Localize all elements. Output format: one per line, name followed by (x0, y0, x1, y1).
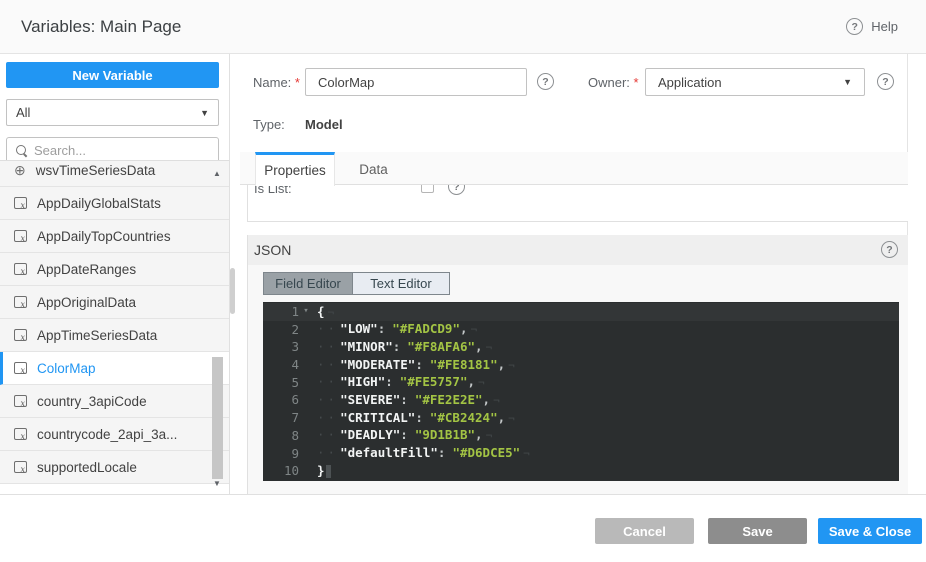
variable-list-item[interactable]: x AppOriginalData (0, 286, 229, 319)
owner-value: Application (658, 75, 843, 90)
variable-list-item[interactable]: x AppDailyGlobalStats (0, 187, 229, 220)
variable-icon: x (14, 395, 27, 407)
is-list-label: Is List: (254, 185, 292, 196)
variables-dialog: Variables: Main Page ? Help New Variable… (0, 0, 926, 562)
variable-icon: x (14, 263, 27, 275)
json-section-title: JSON (254, 242, 291, 258)
scroll-up-icon[interactable]: ▲ (213, 169, 221, 178)
editor-mode-toggle: Field Editor Text Editor (263, 272, 450, 295)
type-value: Model (305, 117, 343, 132)
code-line: 4"MODERATE":"#FE8181",¬ (263, 356, 899, 374)
owner-label: Owner: * (588, 75, 639, 90)
variable-list-item[interactable]: x country_3apiCode (0, 385, 229, 418)
list-scrollbar[interactable]: ▲ ▼ (212, 161, 224, 494)
variable-name: AppDateRanges (37, 262, 136, 277)
scroll-down-icon[interactable]: ▼ (213, 479, 221, 488)
is-list-help-icon[interactable]: ? (448, 185, 465, 195)
search-icon (16, 145, 27, 156)
variable-list-item[interactable]: x countrycode_2api_3a... (0, 418, 229, 451)
field-editor-button[interactable]: Field Editor (264, 273, 352, 294)
variable-name: AppTimeSeriesData (37, 328, 157, 343)
variable-name: AppDailyGlobalStats (37, 196, 161, 211)
save-button[interactable]: Save (708, 518, 807, 544)
required-marker: * (634, 75, 639, 90)
chevron-down-icon: ▼ (843, 77, 852, 87)
variable-name: countrycode_2api_3a... (37, 427, 177, 442)
help-button[interactable]: ? Help (846, 18, 898, 35)
code-line: 1▾{¬ (263, 303, 899, 321)
variable-list-item[interactable]: x AppDateRanges (0, 253, 229, 286)
tab-data[interactable]: Data (336, 152, 411, 186)
name-label: Name: * (253, 75, 300, 90)
footer-divider (0, 494, 926, 495)
filter-value: All (16, 105, 200, 120)
properties-scroll-area: Is List: ? (247, 185, 908, 222)
json-section-header: JSON ? (248, 235, 908, 265)
code-line: 6"SEVERE":"#FE2E2E",¬ (263, 391, 899, 409)
required-marker: * (295, 75, 300, 90)
variable-icon: x (14, 230, 27, 242)
name-field[interactable] (305, 68, 527, 96)
page-title: Variables: Main Page (21, 17, 181, 37)
variable-list-item[interactable]: x AppDailyTopCountries (0, 220, 229, 253)
variable-editor-panel: Name: * ? Owner: * Application ▼ ? Type:… (240, 54, 908, 494)
variable-name: supportedLocale (37, 460, 137, 475)
search-input[interactable] (34, 143, 218, 158)
code-line: 8"DEADLY":"9D1B1B",¬ (263, 427, 899, 445)
variable-name: country_3apiCode (37, 394, 147, 409)
code-line: 9"defaultFill":"#D6DCE5"¬ (263, 445, 899, 463)
name-help-icon[interactable]: ? (537, 73, 554, 90)
cancel-button[interactable]: Cancel (595, 518, 694, 544)
sidebar: New Variable All ▼ ⊕ wsvTimeSeriesData x… (0, 54, 229, 494)
variable-icon: x (14, 197, 27, 209)
json-code-editor[interactable]: 1▾{¬ 2"LOW":"#FADCD9",¬ 3"MINOR":"#F8AFA… (263, 302, 899, 481)
code-line: 2"LOW":"#FADCD9",¬ (263, 321, 899, 339)
help-icon: ? (846, 18, 863, 35)
json-section: JSON ? Field Editor Text Editor 1▾{¬ 2"L… (247, 235, 908, 494)
page-header: Variables: Main Page ? Help (0, 0, 926, 54)
variable-name: AppDailyTopCountries (37, 229, 171, 244)
variable-icon: x (14, 461, 27, 473)
new-variable-button[interactable]: New Variable (6, 62, 219, 88)
variable-list: ⊕ wsvTimeSeriesData x AppDailyGlobalStat… (0, 160, 229, 494)
variable-type-filter-dropdown[interactable]: All ▼ (6, 99, 219, 126)
variable-icon: x (14, 296, 27, 308)
tab-properties[interactable]: Properties (255, 152, 335, 186)
variable-icon: x (14, 362, 27, 374)
variable-name: AppOriginalData (37, 295, 136, 310)
help-label: Help (871, 19, 898, 34)
code-line: 7"CRITICAL":"#CB2424",¬ (263, 409, 899, 427)
json-help-icon[interactable]: ? (881, 241, 898, 258)
code-line: 10} (263, 462, 899, 480)
variable-name: ColorMap (37, 361, 96, 376)
is-list-checkbox[interactable] (421, 185, 434, 193)
variable-list-item-selected[interactable]: x ColorMap (0, 352, 229, 385)
variable-icon: x (14, 329, 27, 341)
text-cursor (326, 465, 331, 478)
chevron-down-icon: ▼ (200, 108, 209, 118)
type-label: Type: (253, 117, 285, 132)
panel-scrollbar-thumb[interactable] (230, 268, 235, 314)
variable-name: wsvTimeSeriesData (36, 163, 156, 178)
variable-list-item[interactable]: ⊕ wsvTimeSeriesData (0, 160, 229, 187)
tab-bar: Properties Data (240, 152, 908, 185)
globe-icon: ⊕ (14, 163, 26, 177)
scrollbar-thumb[interactable] (212, 357, 223, 479)
variable-icon: x (14, 428, 27, 440)
save-and-close-button[interactable]: Save & Close (818, 518, 922, 544)
owner-dropdown[interactable]: Application ▼ (645, 68, 865, 96)
variable-list-item[interactable]: x supportedLocale (0, 451, 229, 484)
text-editor-button[interactable]: Text Editor (352, 273, 449, 294)
owner-help-icon[interactable]: ? (877, 73, 894, 90)
code-line: 5"HIGH":"#FE5757",¬ (263, 374, 899, 392)
fold-icon[interactable]: ▾ (299, 303, 313, 321)
code-line: 3"MINOR":"#F8AFA6",¬ (263, 338, 899, 356)
variable-list-item[interactable]: x AppTimeSeriesData (0, 319, 229, 352)
